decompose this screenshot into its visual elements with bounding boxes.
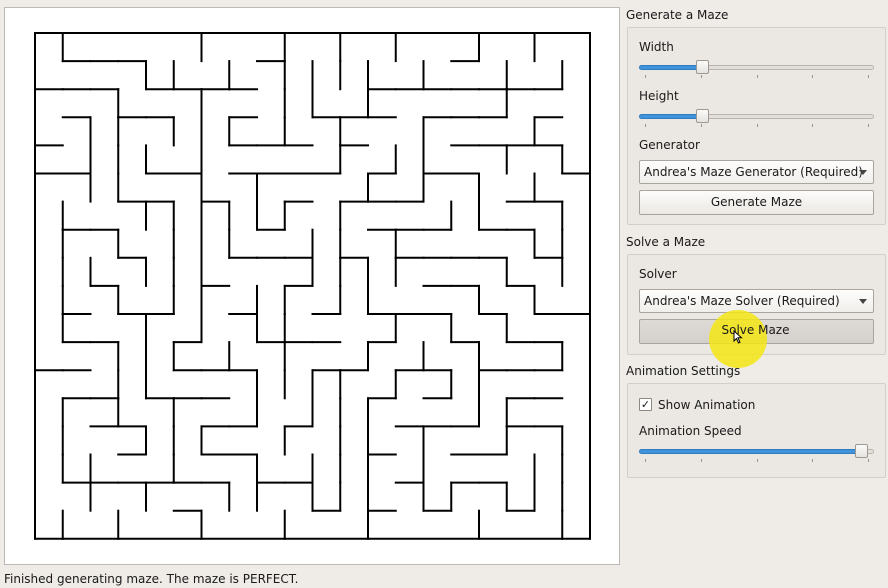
show-animation-checkbox[interactable]: ✓ [639, 398, 652, 411]
solver-label: Solver [639, 267, 677, 281]
animation-section-title: Animation Settings [626, 364, 741, 378]
animation-speed-slider[interactable] [639, 444, 874, 462]
slider-tick [701, 75, 702, 78]
height-slider[interactable] [639, 109, 874, 127]
solver-select[interactable]: Andrea's Maze Solver (Required) [639, 289, 874, 313]
animation-speed-slider-ticks [639, 459, 874, 463]
check-icon: ✓ [640, 398, 651, 411]
slider-tick [645, 75, 646, 78]
solve-section-title: Solve a Maze [626, 235, 706, 249]
generator-label: Generator [639, 138, 700, 152]
maze-canvas [4, 7, 620, 565]
slider-tick [757, 124, 758, 127]
pointer-cursor-icon [733, 330, 743, 344]
chevron-down-icon [859, 170, 867, 175]
slider-tick [701, 459, 702, 462]
generator-select[interactable]: Andrea's Maze Generator (Required) [639, 160, 874, 184]
slider-tick [645, 124, 646, 127]
height-slider-fill [639, 114, 702, 119]
slider-tick [868, 75, 869, 78]
slider-tick [812, 459, 813, 462]
generate-section-title: Generate a Maze [626, 8, 729, 22]
maze-drawing [34, 32, 591, 540]
slider-tick [701, 124, 702, 127]
slider-tick [757, 459, 758, 462]
solve-maze-button-label: Solve Maze [721, 323, 790, 337]
animation-speed-label: Animation Speed [639, 424, 742, 438]
height-slider-ticks [639, 124, 874, 128]
generator-select-value: Andrea's Maze Generator (Required) [644, 165, 863, 179]
slider-tick [812, 124, 813, 127]
slider-tick [868, 124, 869, 127]
width-slider-ticks [639, 75, 874, 79]
slider-tick [645, 459, 646, 462]
show-animation-label[interactable]: Show Animation [658, 398, 755, 412]
generate-group: Width Height Generator Andrea's Maze Gen… [627, 27, 886, 225]
animation-group: ✓ Show Animation Animation Speed [627, 383, 886, 478]
width-slider[interactable] [639, 60, 874, 78]
width-label: Width [639, 40, 674, 54]
solver-select-value: Andrea's Maze Solver (Required) [644, 294, 840, 308]
slider-tick [757, 75, 758, 78]
height-label: Height [639, 89, 679, 103]
chevron-down-icon [859, 299, 867, 304]
width-slider-fill [639, 65, 702, 70]
generate-maze-button[interactable]: Generate Maze [639, 190, 874, 215]
animation-speed-slider-handle[interactable] [855, 444, 868, 458]
status-bar-text: Finished generating maze. The maze is PE… [4, 572, 299, 586]
animation-speed-slider-fill [639, 449, 861, 454]
slider-tick [868, 459, 869, 462]
width-slider-handle[interactable] [696, 60, 709, 74]
slider-tick [812, 75, 813, 78]
height-slider-handle[interactable] [696, 109, 709, 123]
